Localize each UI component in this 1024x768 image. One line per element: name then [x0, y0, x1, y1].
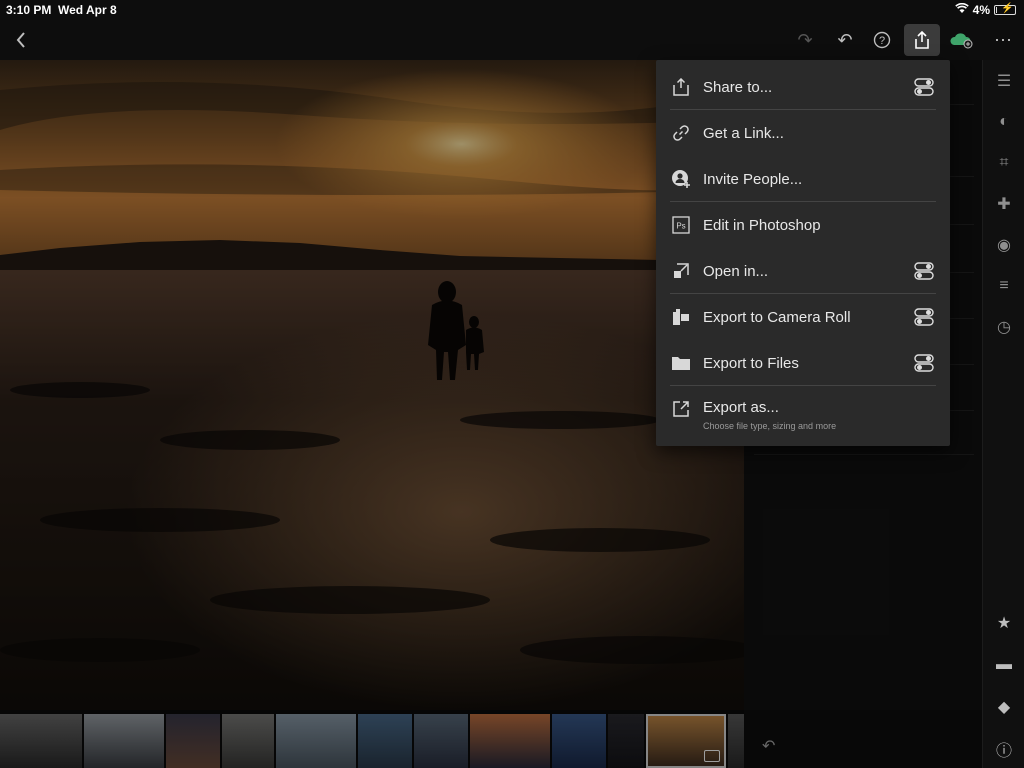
settings-toggle-icon[interactable] [914, 77, 934, 97]
camera-roll-icon [670, 306, 692, 328]
svg-text:?: ? [879, 35, 885, 47]
selective-icon[interactable]: ◉ [983, 230, 1024, 260]
status-bar: 3:10 PM Wed Apr 8 4% ⚡ [0, 0, 1024, 20]
menu-item-export-camera-roll[interactable]: Export to Camera Roll [656, 294, 950, 340]
menu-item-share-to[interactable]: Share to... [656, 64, 950, 110]
settings-toggle-icon[interactable] [914, 353, 934, 373]
redo-icon[interactable]: ↷ [787, 24, 823, 56]
tag-icon[interactable]: ◆ [983, 692, 1024, 722]
invite-people-icon [670, 168, 692, 190]
svg-text:Ps: Ps [676, 222, 685, 231]
menu-item-edit-photoshop[interactable]: Ps Edit in Photoshop [656, 202, 950, 248]
crop-icon[interactable]: ⌗ [983, 148, 1024, 178]
menu-item-export-files[interactable]: Export to Files [656, 340, 950, 386]
versions-icon[interactable]: ≡ [983, 271, 1024, 301]
help-icon[interactable]: ? [864, 24, 900, 56]
export-as-icon [670, 398, 692, 420]
sliders-icon[interactable]: ☰ [983, 66, 1024, 96]
status-time: 3:10 PM [6, 3, 52, 17]
star-icon[interactable]: ★ [983, 608, 1024, 638]
photoshop-icon: Ps [670, 214, 692, 236]
menu-item-label: Open in... [703, 262, 769, 280]
link-icon [670, 122, 692, 144]
menu-item-label: Share to... [703, 78, 773, 96]
menu-item-label: Export to Files [703, 354, 799, 372]
cloud-add-icon[interactable] [944, 24, 980, 56]
menu-item-label: Get a Link... [703, 124, 784, 142]
menu-item-invite-people[interactable]: Invite People... [656, 156, 950, 202]
undo-icon[interactable]: ↶ [827, 24, 863, 56]
menu-item-label: Export as... [703, 399, 779, 416]
chevron-left-icon[interactable] [3, 24, 39, 56]
menu-item-label: Edit in Photoshop [703, 216, 821, 234]
share-icon [915, 30, 929, 49]
status-right: 4% ⚡ [954, 2, 1016, 17]
more-icon[interactable]: ⋯ [985, 24, 1021, 56]
share-menu: Share to... Get a Link... Invite People.… [656, 60, 950, 446]
comment-icon[interactable]: ▬ [983, 650, 1024, 680]
status-date: Wed Apr 8 [58, 3, 117, 17]
presets-icon[interactable]: ◐ [983, 107, 1024, 137]
menu-item-get-link[interactable]: Get a Link... [656, 110, 950, 156]
battery-icon: ⚡ [994, 3, 1016, 15]
history-icon[interactable]: ◷ [983, 312, 1024, 342]
share-icon [670, 76, 692, 98]
healing-icon[interactable]: ✚ [983, 189, 1024, 219]
folder-icon [670, 352, 692, 374]
open-in-icon [670, 260, 692, 282]
menu-item-export-as[interactable]: Export as... Choose file type, sizing an… [656, 386, 950, 442]
info-icon[interactable]: ⓘ [983, 734, 1024, 764]
menu-item-subtitle: Choose file type, sizing and more [703, 421, 837, 431]
menu-item-open-in[interactable]: Open in... [656, 248, 950, 294]
wifi-icon [954, 2, 969, 17]
settings-toggle-icon[interactable] [914, 261, 934, 281]
top-toolbar: ↷ ↶ ? ⋯ [0, 20, 1024, 60]
share-button[interactable] [904, 24, 940, 56]
menu-item-label: Export to Camera Roll [703, 308, 851, 326]
battery-percent: 4% [972, 3, 990, 17]
tool-icon-bar: ☰ ◐ ⌗ ✚ ◉ ≡ ◷ ★ ▬ ◆ ⓘ [982, 60, 1024, 768]
menu-item-label: Invite People... [703, 170, 803, 188]
settings-toggle-icon[interactable] [914, 307, 934, 327]
